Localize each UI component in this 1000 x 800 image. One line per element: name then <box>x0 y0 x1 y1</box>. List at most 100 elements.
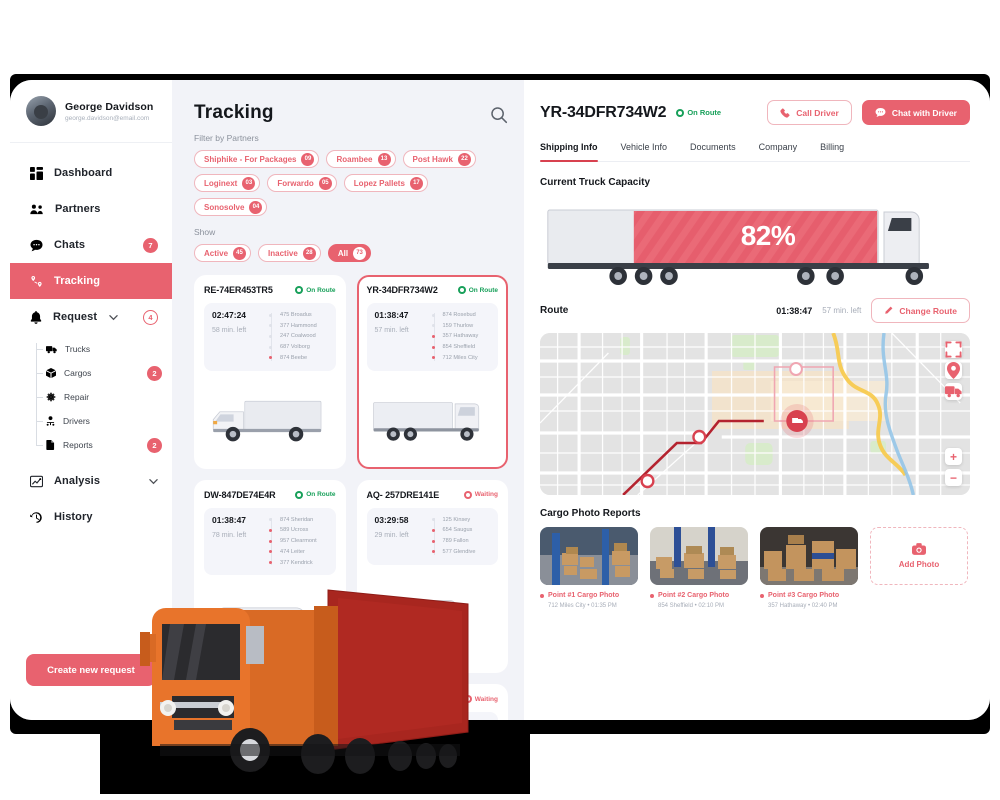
tab-vehicle-info[interactable]: Vehicle Info <box>621 142 668 161</box>
cargos-badge: 2 <box>147 365 162 381</box>
sidebar-item-drivers[interactable]: Drivers <box>36 409 172 433</box>
map-truck-button[interactable] <box>945 383 962 400</box>
sidebar-item-partners[interactable]: Partners <box>10 191 172 227</box>
show-chip-inactive[interactable]: Inactive 28 <box>258 244 321 262</box>
tracking-card[interactable]: 414ER58SER Waiting 536 Dickinson 469 Bel… <box>356 684 508 720</box>
pencil-icon <box>885 306 893 314</box>
chevron-down-icon[interactable] <box>109 313 118 322</box>
sidebar-item-chats[interactable]: Chats 7 <box>10 227 172 263</box>
map-zoom-in-button[interactable]: + <box>945 448 962 465</box>
search-icon[interactable] <box>490 106 508 124</box>
vehicle-illustration-box-truck <box>204 377 336 461</box>
card-time-left: 57 min. left <box>374 327 409 334</box>
chevron-down-icon[interactable] <box>149 477 158 486</box>
sub-item-label: Reports <box>63 440 93 450</box>
sidebar-item-dashboard[interactable]: Dashboard <box>10 155 172 191</box>
status-dot-icon <box>295 490 304 499</box>
truck-icon <box>46 345 57 353</box>
tracking-card-grid: RE-74ER453TR5 On Route 02:47:24 58 min. … <box>194 275 508 720</box>
show-label: Show <box>194 227 216 237</box>
cargo-photo-thumbnail[interactable] <box>650 527 748 585</box>
sidebar-item-history[interactable]: History <box>10 499 172 535</box>
tab-documents[interactable]: Documents <box>690 142 736 161</box>
partner-chip[interactable]: Sonosolve 04 <box>194 198 268 216</box>
add-photo-item[interactable]: Add Photo <box>870 527 968 609</box>
partner-chip[interactable]: Roambee 13 <box>326 150 396 168</box>
map-pin-button[interactable] <box>945 362 962 379</box>
show-chip-active[interactable]: Active 45 <box>194 244 252 262</box>
truck-capacity-illustration: 82% <box>540 194 970 294</box>
detail-panel: YR-34DFR734W2 On Route Call Driver Chat … <box>524 80 990 720</box>
partner-chip[interactable]: Forwardo 05 <box>267 174 337 192</box>
tab-shipping-info[interactable]: Shipping Info <box>540 142 598 162</box>
chat-icon <box>875 107 886 117</box>
sidebar-item-tracking[interactable]: Tracking <box>10 263 172 299</box>
add-photo-button[interactable]: Add Photo <box>870 527 968 585</box>
stop-item: 536 Dickinson <box>443 719 491 720</box>
card-vehicle-id: DW-847DE74E4R <box>204 489 276 500</box>
tracking-card-selected[interactable]: YR-34DFR734W2 On Route 01:38:47 57 min. … <box>356 275 508 469</box>
chip-count: 73 <box>353 246 367 260</box>
tracking-card[interactable]: DW-847DE74E4R On Route 01:38:47 78 min. … <box>194 479 346 674</box>
cargo-photo-item[interactable]: Point #3 Cargo Photo 357 Hathaway • 02:4… <box>760 527 858 609</box>
card-vehicle-id: AQ- 257DRE141E <box>366 489 440 500</box>
stop-item: 874 Beebe <box>269 353 328 364</box>
status-badge: On Route <box>457 286 498 294</box>
card-eta-time: 01:38:47 <box>212 514 247 525</box>
sidebar-item-cargos[interactable]: Cargos 2 <box>36 361 172 385</box>
avatar <box>26 96 56 126</box>
change-route-button[interactable]: Change Route <box>871 298 970 323</box>
stop-item: 159 Thurlow <box>431 321 491 332</box>
chip-label: Shiphike - For Packages <box>204 154 297 164</box>
cargo-photo-item[interactable]: Point #1 Cargo Photo 712 Miles City • 01… <box>540 527 638 609</box>
show-chip-all[interactable]: All 73 <box>327 244 372 262</box>
chip-count: 17 <box>409 176 423 190</box>
partner-chip[interactable]: Loginext 03 <box>194 174 261 192</box>
tracking-card[interactable]: RE-74ER453TR5 On Route 02:47:24 58 min. … <box>194 275 346 469</box>
route-map[interactable]: + − <box>540 333 970 495</box>
status-label: On Route <box>468 286 498 294</box>
cargo-photo-thumbnail[interactable] <box>540 527 638 585</box>
status-badge: Waiting <box>463 695 498 704</box>
grid-icon <box>30 166 43 180</box>
people-icon <box>30 204 43 214</box>
map-fullscreen-button[interactable] <box>945 341 962 358</box>
chip-count: 04 <box>249 200 263 214</box>
card-stop-list: 874 Sheridan 589 Ucross 957 Clearmont 47… <box>268 515 328 569</box>
tab-company[interactable]: Company <box>759 142 798 161</box>
chip-label: Lopez Pallets <box>353 178 405 188</box>
partner-chip[interactable]: Post Hawk 22 <box>402 150 476 168</box>
tab-billing[interactable]: Billing <box>820 142 844 161</box>
call-driver-button[interactable]: Call Driver <box>767 100 852 125</box>
stop-item: 589 Ucross <box>269 525 328 536</box>
sidebar-item-label: Partners <box>55 203 101 215</box>
status-label: On Route <box>687 108 722 117</box>
partner-chip[interactable]: Lopez Pallets 17 <box>343 174 428 192</box>
card-info: 02:47:24 58 min. left 475 Broadus 377 Ha… <box>204 303 336 371</box>
card-time-left: 29 min. left <box>374 531 409 539</box>
cargo-photo-thumbnail[interactable] <box>760 527 858 585</box>
detail-status-badge: On Route <box>676 108 721 117</box>
sidebar-item-repair[interactable]: Repair <box>36 385 172 409</box>
sidebar-item-trucks[interactable]: Trucks <box>36 337 172 361</box>
sidebar-item-request[interactable]: Request 4 <box>10 299 172 335</box>
create-new-request-button[interactable]: Create new request <box>26 654 156 686</box>
partner-chip[interactable]: Shiphike - For Packages 09 <box>194 150 320 168</box>
sidebar-item-reports[interactable]: Reports 2 <box>36 433 172 457</box>
photo-dot-icon <box>760 593 764 598</box>
user-profile[interactable]: George Davidson george.davidson@email.co… <box>10 80 172 142</box>
map-zoom-out-button[interactable]: − <box>945 469 962 486</box>
status-dot-icon <box>457 286 466 294</box>
stop-item: 475 Broadus <box>269 310 328 321</box>
card-eta-time: 02:47:24 <box>212 310 247 320</box>
tracking-card[interactable]: AQ- 257DRE141E Waiting 03:29:58 29 min. … <box>356 479 508 674</box>
chip-count: 05 <box>318 176 332 190</box>
chat-with-driver-button[interactable]: Chat with Driver <box>861 100 970 125</box>
cargo-photo-item[interactable]: Point #2 Cargo Photo 854 Sheffield • 02:… <box>650 527 748 609</box>
photo-meta: 854 Sheffield • 02:10 PM <box>658 603 725 609</box>
stop-item: 577 Glendive <box>431 547 491 558</box>
sidebar-item-label: Tracking <box>54 275 101 287</box>
card-time-left: 58 min. left <box>212 327 247 334</box>
sidebar-item-analysis[interactable]: Analysis <box>10 463 172 499</box>
camera-icon <box>912 543 926 555</box>
